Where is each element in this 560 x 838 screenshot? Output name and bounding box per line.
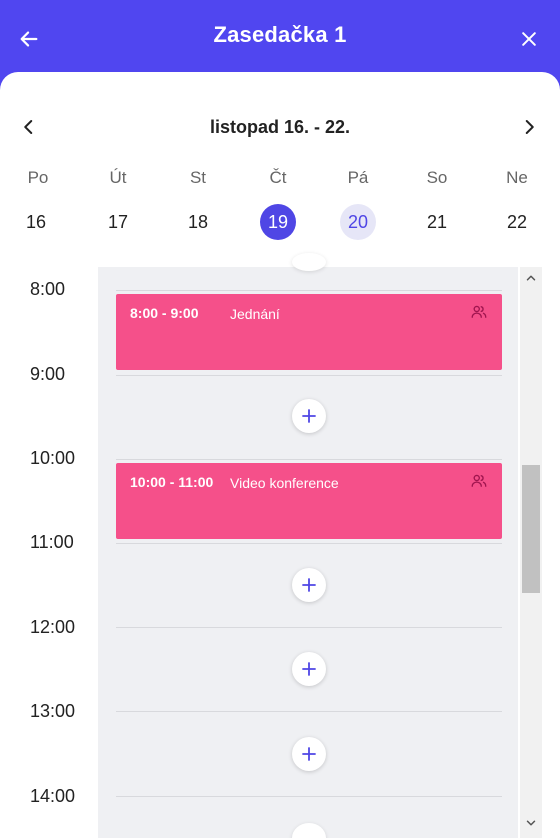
day-timeline: 8:00 9:00 10:00 11:00 12:00 13:00 14:00 …	[0, 253, 560, 838]
add-event-button[interactable]	[292, 568, 326, 602]
weekday-name: So	[426, 168, 448, 187]
week-navigation: listopad 16. - 22.	[0, 72, 560, 137]
event-time: 10:00 - 11:00	[130, 474, 214, 490]
weekday-name: Po	[27, 168, 49, 187]
day-16[interactable]: 16	[18, 204, 54, 240]
hour-divider	[116, 796, 502, 797]
plus-icon	[302, 578, 316, 592]
hour-label: 10:00	[30, 448, 76, 468]
hour-divider	[116, 627, 502, 628]
hour-label: 9:00	[30, 364, 66, 384]
event-title: Jednání	[230, 306, 280, 322]
add-event-button[interactable]	[292, 399, 326, 433]
event-time: 8:00 - 9:00	[130, 305, 199, 321]
day-20-selected[interactable]: 20	[340, 204, 376, 240]
app-header: Zasedačka 1	[0, 0, 560, 80]
hour-label: 11:00	[30, 532, 74, 552]
add-event-button[interactable]	[292, 652, 326, 686]
close-icon	[522, 32, 536, 46]
hour-label: 12:00	[30, 617, 76, 637]
scroll-down-icon[interactable]	[524, 816, 538, 830]
day-17[interactable]: 17	[100, 204, 136, 240]
weekday-name: Út	[109, 168, 127, 187]
weekday-name: St	[189, 168, 207, 187]
people-icon	[471, 305, 487, 318]
event-title: Video konference	[230, 475, 339, 491]
day-21[interactable]: 21	[419, 204, 455, 240]
plus-icon	[302, 747, 316, 761]
plus-icon	[302, 662, 316, 676]
vertical-scrollbar[interactable]	[520, 267, 542, 838]
hour-label: 13:00	[30, 701, 76, 721]
week-range-label: listopad 16. - 22.	[209, 117, 351, 137]
calendar-sheet: listopad 16. - 22. Po Út St Čt Pá So Ne …	[0, 72, 560, 838]
next-week-button[interactable]	[516, 114, 542, 140]
scrollbar-thumb[interactable]	[522, 465, 540, 593]
plus-icon	[302, 409, 316, 423]
weekday-name: Čt	[269, 168, 287, 187]
hour-divider	[116, 459, 502, 460]
close-button[interactable]	[514, 24, 544, 54]
chevron-right-icon	[525, 120, 534, 134]
hour-label: 14:00	[30, 786, 76, 806]
people-icon	[471, 474, 487, 487]
day-18[interactable]: 18	[180, 204, 216, 240]
day-22[interactable]: 22	[499, 204, 535, 240]
event-card[interactable]: 8:00 - 9:00 Jednání	[116, 294, 502, 370]
day-19-today[interactable]: 19	[260, 204, 296, 240]
event-card[interactable]: 10:00 - 11:00 Video konference	[116, 463, 502, 539]
hour-divider	[116, 375, 502, 376]
scroll-up-icon[interactable]	[524, 271, 538, 285]
weekday-name: Ne	[506, 168, 528, 187]
hour-divider	[116, 711, 502, 712]
weekday-name: Pá	[347, 168, 369, 187]
add-event-button[interactable]	[292, 737, 326, 771]
hour-divider	[116, 290, 502, 291]
add-slot-button[interactable]	[292, 823, 326, 838]
hour-divider	[116, 543, 502, 544]
page-title: Zasedačka 1	[213, 22, 347, 47]
timeline-grid: 8:00 - 9:00 Jednání 10:00 - 11:00 Video …	[98, 253, 518, 838]
hour-label: 8:00	[30, 279, 66, 299]
add-slot-button[interactable]	[292, 253, 326, 271]
